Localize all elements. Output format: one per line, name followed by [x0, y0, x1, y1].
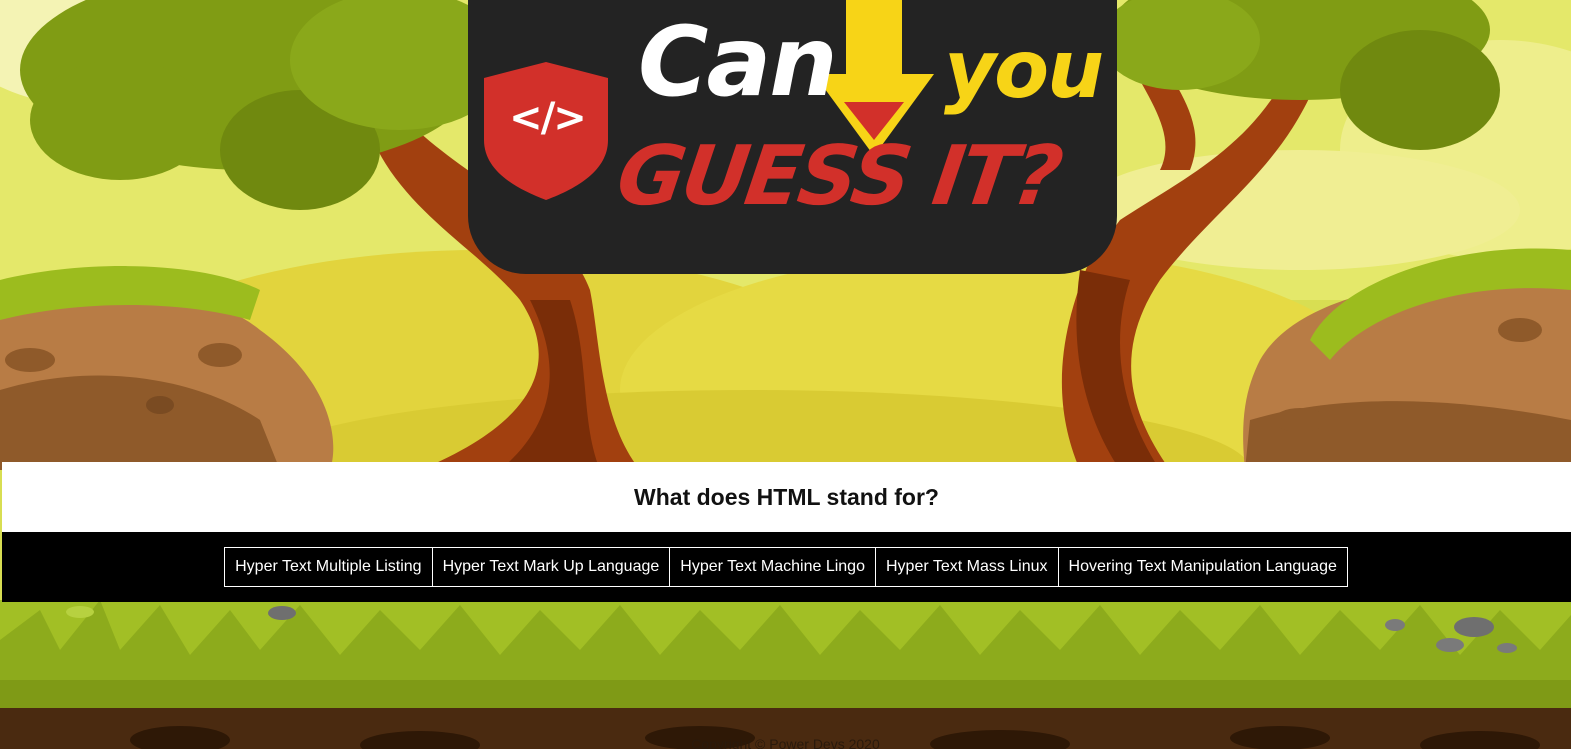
code-symbol: </>: [509, 95, 587, 141]
question-text: What does HTML stand for?: [634, 483, 939, 510]
question-bar: What does HTML stand for?: [2, 462, 1571, 532]
answer-button-1[interactable]: Hyper Text Multiple Listing: [224, 547, 433, 587]
answers-bar: Hyper Text Multiple Listing Hyper Text M…: [2, 532, 1571, 602]
logo-word-can: Can: [638, 6, 838, 118]
answer-button-3[interactable]: Hyper Text Machine Lingo: [669, 547, 876, 587]
logo-word-you: you: [944, 23, 1104, 116]
site-logo: </> Can you GUESS IT?: [468, 0, 1117, 274]
logo-word-guess-it: GUESS IT?: [611, 129, 1066, 224]
answer-button-4[interactable]: Hyper Text Mass Linux: [874, 547, 1059, 587]
footer-copyright: Copyright © Power Devs 2020: [691, 736, 880, 749]
answer-button-2[interactable]: Hyper Text Mark Up Language: [431, 547, 671, 587]
answer-button-5[interactable]: Hovering Text Manipulation Language: [1057, 547, 1348, 587]
